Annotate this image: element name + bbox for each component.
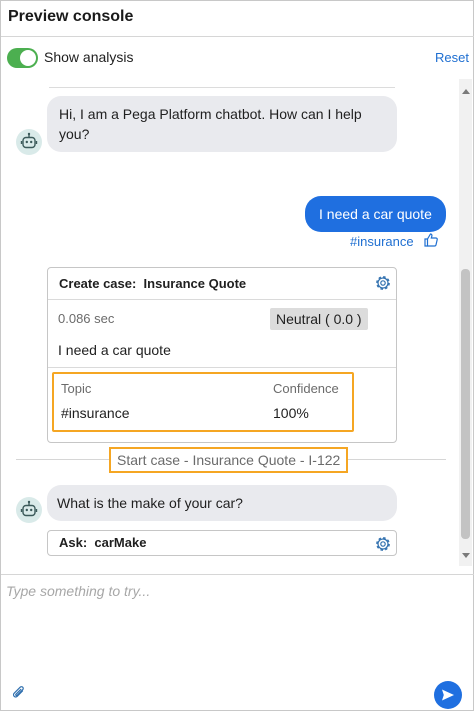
show-analysis-label: Show analysis <box>44 49 134 65</box>
robot-icon <box>20 500 38 517</box>
scroll-up-arrow[interactable] <box>462 89 470 94</box>
ask-card: Ask: carMake <box>47 530 397 556</box>
analysis-card-title: Create case: Insurance Quote <box>59 276 247 291</box>
analysis-card: Create case: Insurance Quote 0.086 sec N… <box>47 267 397 443</box>
scroll-thumb[interactable] <box>461 269 470 539</box>
send-icon <box>442 689 454 701</box>
gear-icon[interactable] <box>373 534 393 554</box>
chat-transcript: Hi, I am a Pega Platform chatbot. How ca… <box>1 79 474 574</box>
confidence-value: 100% <box>273 405 309 421</box>
robot-icon <box>20 132 38 149</box>
paperclip-icon[interactable] <box>12 685 26 701</box>
bot-message: Hi, I am a Pega Platform chatbot. How ca… <box>47 96 397 152</box>
response-time: 0.086 sec <box>58 311 115 326</box>
analyzed-utterance: I need a car quote <box>58 342 171 358</box>
scroll-down-arrow[interactable] <box>462 553 470 558</box>
thumbs-up-icon[interactable] <box>423 232 439 248</box>
message-input[interactable] <box>6 579 466 603</box>
case-started-label: Start case - Insurance Quote - I-122 <box>109 447 349 473</box>
ask-card-title: Ask: carMake <box>59 535 147 550</box>
user-message: I need a car quote <box>305 196 446 232</box>
preview-console-window: Preview console Show analysis Reset Hi, … <box>0 0 474 711</box>
reset-link[interactable]: Reset <box>435 50 469 65</box>
bot-avatar <box>16 497 42 523</box>
bot-message: What is the make of your car? <box>47 485 397 521</box>
toggle-knob <box>20 50 36 66</box>
gear-icon[interactable] <box>373 273 393 293</box>
card-divider <box>48 367 396 368</box>
card-divider <box>48 299 396 300</box>
intent-tag: #insurance <box>350 234 414 249</box>
sentiment-badge: Neutral ( 0.0 ) <box>270 308 368 330</box>
chat-scrollbar[interactable] <box>459 79 472 566</box>
topic-value: #insurance <box>61 405 130 421</box>
console-header: Preview console <box>1 1 474 37</box>
message-composer <box>1 574 474 711</box>
confidence-header: Confidence <box>273 381 339 396</box>
topic-header: Topic <box>61 381 92 396</box>
show-analysis-toggle[interactable] <box>7 48 38 68</box>
page-title: Preview console <box>8 8 134 25</box>
send-button[interactable] <box>434 681 462 709</box>
transcript-top-divider <box>49 87 395 88</box>
console-toolbar: Show analysis Reset <box>1 37 474 79</box>
bot-avatar <box>16 129 42 155</box>
topic-confidence-table: Topic Confidence #insurance 100% <box>52 372 354 432</box>
